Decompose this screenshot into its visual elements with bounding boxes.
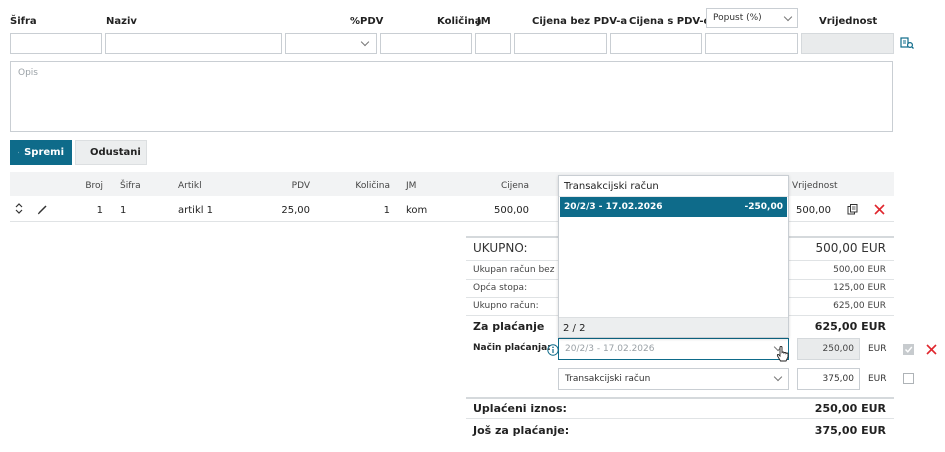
jos-za-placanje-label: Još za plaćanje:: [473, 424, 570, 437]
opis-textarea[interactable]: Opis: [10, 61, 893, 132]
jm-input[interactable]: [475, 33, 511, 54]
save-button-label: Spremi: [24, 147, 64, 158]
cell-sifra: 1: [120, 205, 127, 216]
header-pdv: %PDV: [350, 16, 384, 27]
ukupno-racun-label: Ukupno račun:: [473, 301, 539, 311]
ukupno-value: 500,00 EUR: [815, 241, 886, 255]
cancel-button[interactable]: Odustani: [75, 140, 147, 165]
header-naziv: Naziv: [106, 16, 137, 27]
payment-method-value: Transakcijski račun: [565, 374, 651, 384]
mouse-cursor-icon: [776, 346, 790, 367]
cancel-button-label: Odustani: [90, 147, 141, 158]
chevron-down-icon: [783, 12, 793, 22]
ukupno-racun-value: 625,00 EUR: [833, 301, 886, 311]
opca-stopa-label: Opća stopa:: [473, 283, 528, 293]
column-sifra: Šifra: [120, 181, 141, 191]
delete-payment-icon[interactable]: [926, 344, 937, 358]
payment-amount-1[interactable]: 250,00: [797, 338, 860, 360]
summary-bottom-divider: [466, 397, 894, 399]
column-broj: Broj: [85, 181, 103, 191]
dropdown-option-label: 20/2/3 - 17.02.2026: [564, 202, 663, 212]
cell-broj: 1: [96, 205, 103, 216]
save-button[interactable]: Spremi: [10, 140, 72, 165]
header-vrijednost: Vrijednost: [819, 16, 878, 27]
column-artikl: Artikl: [178, 181, 202, 191]
opis-placeholder: Opis: [18, 68, 38, 78]
payment-method-select[interactable]: Transakcijski račun: [558, 368, 789, 390]
column-kolicina: Količina: [355, 181, 390, 191]
cijena-s-pdv-input[interactable]: [610, 33, 702, 54]
delete-row-icon[interactable]: [874, 204, 885, 218]
save-icon: [18, 151, 20, 154]
dropdown-option-amount: -250,00: [744, 202, 783, 212]
dropdown-pagination: 2 / 2: [559, 317, 788, 337]
cell-jm: kom: [406, 205, 428, 216]
copy-icon[interactable]: [847, 204, 858, 218]
column-vrijednost: Vrijednost: [792, 181, 838, 191]
dropdown-option[interactable]: 20/2/3 - 17.02.2026 -250,00: [560, 197, 787, 217]
payment-checkbox-2[interactable]: [903, 373, 914, 384]
payment-amount-1-value: 250,00: [822, 344, 855, 354]
opca-stopa-value: 125,00 EUR: [833, 283, 886, 293]
price-lookup-icon[interactable]: [900, 36, 914, 50]
chevron-down-icon: [360, 37, 370, 47]
column-pdv: PDV: [291, 181, 310, 191]
cell-cijena: 500,00: [494, 205, 529, 216]
uplaceni-value: 250,00 EUR: [814, 402, 886, 415]
header-cijena-bez-pdv: Cijena bez PDV-a: [532, 16, 628, 27]
naziv-input[interactable]: [105, 33, 282, 54]
header-sifra: Šifra: [10, 16, 37, 27]
column-jm: JM: [406, 181, 417, 191]
header-kolicina: Količina: [437, 16, 482, 27]
popust-select-label: Popust (%): [713, 13, 762, 23]
cell-kolicina: 1: [383, 205, 390, 216]
payment-amount-2-value: 375,00: [822, 374, 855, 384]
payment-currency-1: EUR: [868, 344, 887, 354]
popust-select[interactable]: Popust (%): [706, 8, 798, 28]
payment-checkbox-1[interactable]: [903, 344, 914, 355]
sifra-input[interactable]: [10, 33, 102, 54]
kolicina-input[interactable]: [380, 33, 472, 54]
za-placanje-value: 625,00 EUR: [814, 320, 886, 333]
cell-pdv: 25,00: [281, 205, 310, 216]
chevron-down-icon: [773, 372, 783, 382]
uplaceni-label: Uplaćeni iznos:: [473, 402, 567, 415]
nacin-placanja-label: Način plaćanja:: [473, 343, 551, 353]
dropdown-header: Transakcijski račun: [559, 176, 788, 197]
bez-pdv-label: Ukupan račun bez P: [473, 265, 563, 275]
jos-za-placanje-value: 375,00 EUR: [814, 424, 886, 437]
vrijednost-input: [801, 33, 894, 54]
column-cijena: Cijena: [500, 181, 529, 191]
cijena-bez-pdv-input[interactable]: [514, 33, 607, 54]
popust-input[interactable]: [705, 33, 798, 54]
payment-document-placeholder: 20/2/3 - 17.02.2026: [565, 344, 655, 354]
payment-document-dropdown: Transakcijski račun 20/2/3 - 17.02.2026 …: [558, 175, 789, 338]
summary-divider: [466, 418, 894, 419]
pdv-select[interactable]: [285, 33, 377, 54]
header-jm: JM: [477, 16, 491, 27]
cell-artikl: artikl 1: [178, 205, 214, 216]
payment-currency-2: EUR: [868, 374, 887, 384]
za-placanje-label: Za plaćanje: [473, 320, 545, 333]
payment-amount-2[interactable]: 375,00: [797, 368, 860, 390]
reorder-icon[interactable]: [15, 203, 23, 217]
edit-icon[interactable]: [37, 204, 48, 218]
bez-pdv-value: 500,00 EUR: [833, 265, 886, 275]
ukupno-label: UKUPNO:: [473, 241, 528, 255]
payment-document-select[interactable]: 20/2/3 - 17.02.2026: [558, 338, 789, 360]
